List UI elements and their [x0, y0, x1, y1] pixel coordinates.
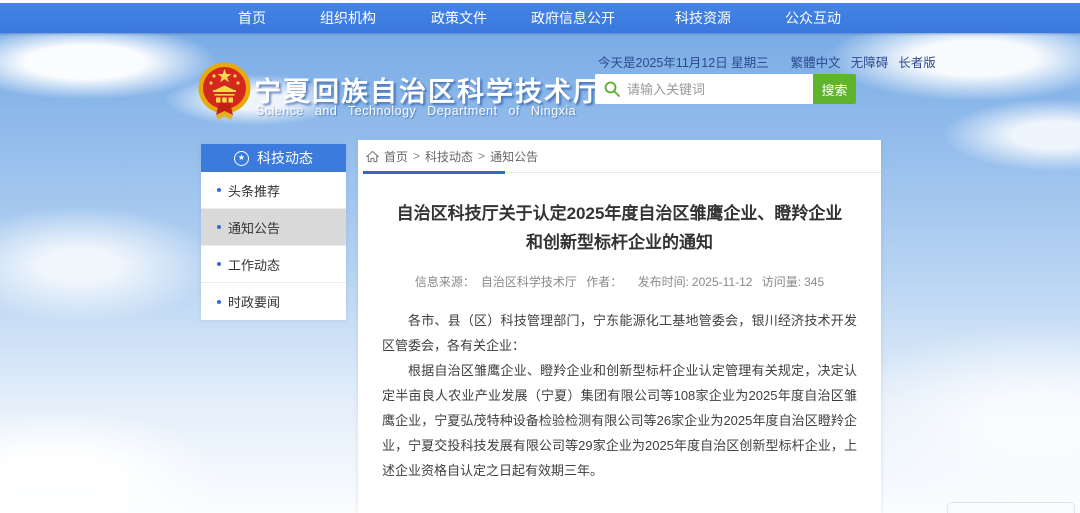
- search-bar: 搜索: [595, 74, 856, 104]
- star-circle-icon: ★: [234, 151, 249, 166]
- meta-author-label: 作者：: [586, 275, 622, 289]
- nav-item-home[interactable]: 首页: [238, 3, 266, 33]
- bullet-icon: [217, 262, 221, 266]
- link-elder-version[interactable]: 长者版: [898, 52, 936, 71]
- nav-item-organization[interactable]: 组织机构: [320, 3, 376, 33]
- article-meta: 信息来源： 自治区科学技术厅 作者： 发布时间:2025-11-12 访问量:34…: [358, 273, 881, 290]
- sidebar-item-notices[interactable]: 通知公告: [201, 209, 346, 246]
- search-input-wrap: [595, 74, 813, 104]
- search-input[interactable]: [627, 74, 809, 104]
- sidebar-item-work-dynamics[interactable]: 工作动态: [201, 246, 346, 283]
- meta-source: 自治区科学技术厅: [481, 275, 577, 289]
- article-body: 各市、县（区）科技管理部门，宁东能源化工基地管委会，银川经济技术开发区管委会，各…: [358, 308, 881, 483]
- sidebar-item-label: 头条推荐: [228, 181, 280, 200]
- sidebar-item-label: 时政要闻: [228, 292, 280, 311]
- nav-item-policy[interactable]: 政策文件: [431, 3, 487, 33]
- bullet-icon: [217, 300, 221, 304]
- article-paragraph: 各市、县（区）科技管理部门，宁东能源化工基地管委会，银川经济技术开发区管委会，各…: [382, 308, 857, 358]
- sidebar-title: 科技动态: [257, 148, 313, 168]
- site-subtitle: Science and Technology Department of Nin…: [256, 104, 576, 118]
- article-title-line2: 和创新型标杆企业的通知: [358, 228, 881, 257]
- national-emblem-logo: [197, 61, 252, 121]
- article-paragraph: 根据自治区雏鹰企业、瞪羚企业和创新型标杆企业认定管理有关规定，决定认定半亩良人农…: [382, 358, 857, 483]
- home-icon: [366, 150, 379, 163]
- meta-visits-label: 访问量:: [762, 275, 801, 289]
- nav-item-public-interaction[interactable]: 公众互动: [785, 3, 841, 33]
- sidebar-header: ★ 科技动态: [201, 144, 346, 172]
- top-navigation: 首页 组织机构 政策文件 政府信息公开 科技资源 公众互动: [0, 3, 1080, 33]
- breadcrumb-home[interactable]: 首页: [384, 148, 408, 165]
- breadcrumb-separator: >: [478, 149, 485, 163]
- sidebar-item-headlines[interactable]: 头条推荐: [201, 172, 346, 209]
- floating-widget-edge: [947, 502, 1075, 513]
- header-meta-row: 今天是2025年11月12日 星期三 繁體中文 无障碍 长者版: [598, 52, 872, 71]
- search-button[interactable]: 搜索: [813, 74, 856, 104]
- nav-item-gov-info[interactable]: 政府信息公开: [531, 3, 615, 33]
- main-content-panel: 首页 > 科技动态 > 通知公告 自治区科技厅关于认定2025年度自治区雏鹰企业…: [358, 140, 881, 513]
- breadcrumb: 首页 > 科技动态 > 通知公告: [358, 140, 881, 173]
- meta-visits: 345: [804, 275, 824, 289]
- breadcrumb-sci-dynamics[interactable]: 科技动态: [425, 148, 473, 165]
- current-date: 今天是2025年11月12日 星期三: [598, 52, 769, 71]
- sidebar: ★ 科技动态 头条推荐 通知公告 工作动态 时政要闻: [201, 144, 346, 320]
- meta-time: 2025-11-12: [692, 275, 753, 289]
- link-traditional-chinese[interactable]: 繁體中文: [791, 52, 841, 71]
- breadcrumb-notices[interactable]: 通知公告: [490, 148, 538, 165]
- sidebar-item-current-politics[interactable]: 时政要闻: [201, 283, 346, 320]
- article-title: 自治区科技厅关于认定2025年度自治区雏鹰企业、瞪羚企业 和创新型标杆企业的通知: [358, 199, 881, 257]
- sidebar-item-label: 通知公告: [228, 218, 280, 237]
- breadcrumb-separator: >: [413, 149, 420, 163]
- link-accessibility[interactable]: 无障碍: [851, 52, 889, 71]
- sidebar-item-label: 工作动态: [228, 255, 280, 274]
- bullet-icon: [217, 188, 221, 192]
- meta-time-label: 发布时间:: [638, 275, 689, 289]
- search-icon: [604, 81, 620, 97]
- breadcrumb-underline: [363, 171, 505, 174]
- meta-source-label: 信息来源：: [415, 275, 475, 289]
- nav-item-sci-resources[interactable]: 科技资源: [675, 3, 731, 33]
- article-title-line1: 自治区科技厅关于认定2025年度自治区雏鹰企业、瞪羚企业: [358, 199, 881, 228]
- bullet-icon: [217, 225, 221, 229]
